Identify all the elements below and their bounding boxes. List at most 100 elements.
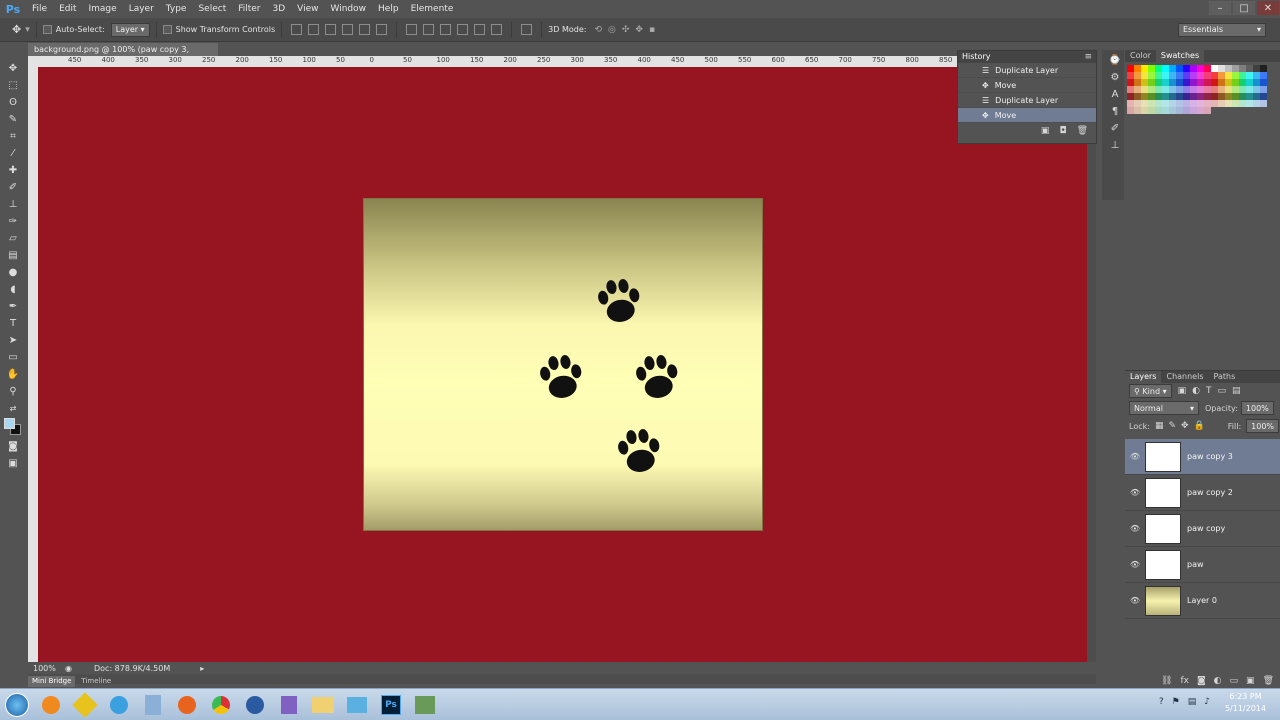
color-swatch[interactable] (1253, 79, 1260, 86)
app-icon[interactable] (340, 691, 374, 719)
color-swatch[interactable] (1260, 93, 1267, 100)
vertical-scrollbar[interactable] (1087, 56, 1096, 663)
color-swatch[interactable] (1260, 107, 1267, 114)
color-swatch[interactable] (1260, 72, 1267, 79)
status-arrow-icon[interactable]: ▸ (200, 664, 204, 673)
color-swatch[interactable] (1232, 107, 1239, 114)
color-swatch[interactable] (1176, 107, 1183, 114)
color-swatch[interactable] (1211, 107, 1218, 114)
color-swatch[interactable] (1260, 65, 1267, 72)
color-swatch[interactable] (1141, 79, 1148, 86)
start-button-icon[interactable] (0, 691, 34, 719)
color-swatch[interactable] (1141, 72, 1148, 79)
color-swatch[interactable] (1246, 86, 1253, 93)
color-swatch[interactable] (1169, 100, 1176, 107)
color-swatch[interactable] (1134, 93, 1141, 100)
color-swatch[interactable] (1232, 86, 1239, 93)
color-swatch[interactable] (1162, 79, 1169, 86)
color-swatch[interactable] (1211, 93, 1218, 100)
distribute-right-icon[interactable] (491, 24, 503, 35)
history-panel-icon[interactable]: ⌚ (1107, 53, 1123, 67)
color-swatch[interactable] (1218, 93, 1225, 100)
app-icon[interactable] (408, 691, 442, 719)
link-layers-icon[interactable]: ⛓ (1161, 676, 1172, 686)
color-swatch[interactable] (1232, 93, 1239, 100)
tab-swatches[interactable]: Swatches (1155, 50, 1205, 62)
history-item[interactable]: ☰ Duplicate Layer (958, 93, 1096, 108)
color-swatch[interactable] (1141, 86, 1148, 93)
align-right-icon[interactable] (376, 24, 388, 35)
eye-icon[interactable]: 👁 (1125, 452, 1145, 461)
status-info-icon[interactable]: ◉ (65, 664, 72, 673)
color-swatch[interactable] (1162, 65, 1169, 72)
lock-all-icon[interactable]: 🔒 (1194, 421, 1205, 431)
color-swatch[interactable] (1141, 107, 1148, 114)
quick-mask-icon[interactable]: ◙ (5, 439, 21, 453)
color-swatch[interactable] (1148, 107, 1155, 114)
color-swatch[interactable] (1190, 79, 1197, 86)
color-swatch[interactable] (1239, 79, 1246, 86)
menu-select[interactable]: Select (192, 0, 232, 18)
volume-icon[interactable]: ♪ (1204, 697, 1210, 707)
lock-position-icon[interactable]: ✥ (1181, 421, 1189, 431)
layer-row[interactable]: 👁 paw (1125, 547, 1280, 583)
color-swatch[interactable] (1246, 107, 1253, 114)
tab-mini-bridge[interactable]: Mini Bridge (28, 676, 76, 687)
color-swatch[interactable] (1197, 93, 1204, 100)
color-swatch[interactable] (1155, 100, 1162, 107)
trash-icon[interactable]: 🗑 (1263, 676, 1274, 686)
color-swatch[interactable] (1176, 65, 1183, 72)
eraser-tool-icon[interactable]: ▱ (5, 231, 21, 245)
foreground-color-swatch[interactable] (4, 418, 15, 429)
color-swatch[interactable] (1218, 79, 1225, 86)
color-swatch[interactable] (1190, 72, 1197, 79)
color-swatch[interactable] (1169, 107, 1176, 114)
clock[interactable]: 6:23 PM 5/11/2014 (1225, 691, 1266, 715)
color-swatch[interactable] (1218, 72, 1225, 79)
color-swatch[interactable] (1225, 72, 1232, 79)
quick-select-tool-icon[interactable]: ✎ (5, 112, 21, 126)
tab-paths[interactable]: Paths (1209, 371, 1241, 383)
color-swatch[interactable] (1134, 107, 1141, 114)
color-swatch[interactable] (1148, 72, 1155, 79)
filter-pixel-icon[interactable]: ▣ (1178, 386, 1187, 396)
menu-help[interactable]: Help (372, 0, 405, 18)
align-left-icon[interactable] (342, 24, 354, 35)
color-swatch[interactable] (1127, 86, 1134, 93)
internet-explorer-icon[interactable] (102, 691, 136, 719)
menu-3d[interactable]: 3D (267, 0, 292, 18)
color-swatch[interactable] (1190, 93, 1197, 100)
add-mask-icon[interactable]: ◙ (1197, 676, 1206, 686)
color-swatch[interactable] (1141, 93, 1148, 100)
color-swatch[interactable] (1148, 86, 1155, 93)
brush-panel-icon[interactable]: ✐ (1107, 121, 1123, 135)
color-swatch[interactable] (1134, 100, 1141, 107)
align-vcenter-icon[interactable] (308, 24, 320, 35)
color-swatch[interactable] (1218, 100, 1225, 107)
properties-panel-icon[interactable]: ⚙ (1107, 70, 1123, 84)
color-swatch[interactable] (1239, 93, 1246, 100)
distribute-vcenter-icon[interactable] (423, 24, 435, 35)
file-icon[interactable] (136, 691, 170, 719)
color-swatch[interactable] (1253, 93, 1260, 100)
close-icon[interactable]: ✕ (1257, 1, 1279, 15)
filter-shape-icon[interactable]: ▭ (1217, 386, 1226, 396)
paragraph-panel-icon[interactable]: ¶ (1107, 104, 1123, 118)
color-swatch[interactable] (1148, 79, 1155, 86)
firefox-icon[interactable] (170, 691, 204, 719)
color-swatch[interactable] (1176, 79, 1183, 86)
color-swatch[interactable] (1239, 86, 1246, 93)
color-swatch[interactable] (1127, 65, 1134, 72)
color-swatch[interactable] (1246, 72, 1253, 79)
color-swatch[interactable] (1162, 86, 1169, 93)
color-swatch[interactable] (1253, 65, 1260, 72)
chrome-icon[interactable] (204, 691, 238, 719)
network-icon[interactable]: ▤ (1188, 697, 1197, 707)
auto-select-checkbox[interactable] (42, 25, 52, 34)
color-swatch[interactable] (1162, 100, 1169, 107)
color-swatch[interactable] (1225, 107, 1232, 114)
color-swatch[interactable] (1190, 65, 1197, 72)
zoom-level[interactable]: 100% (33, 664, 61, 673)
lasso-tool-icon[interactable]: ʘ (5, 95, 21, 109)
layer-row[interactable]: 👁 paw copy 3 (1125, 439, 1280, 475)
